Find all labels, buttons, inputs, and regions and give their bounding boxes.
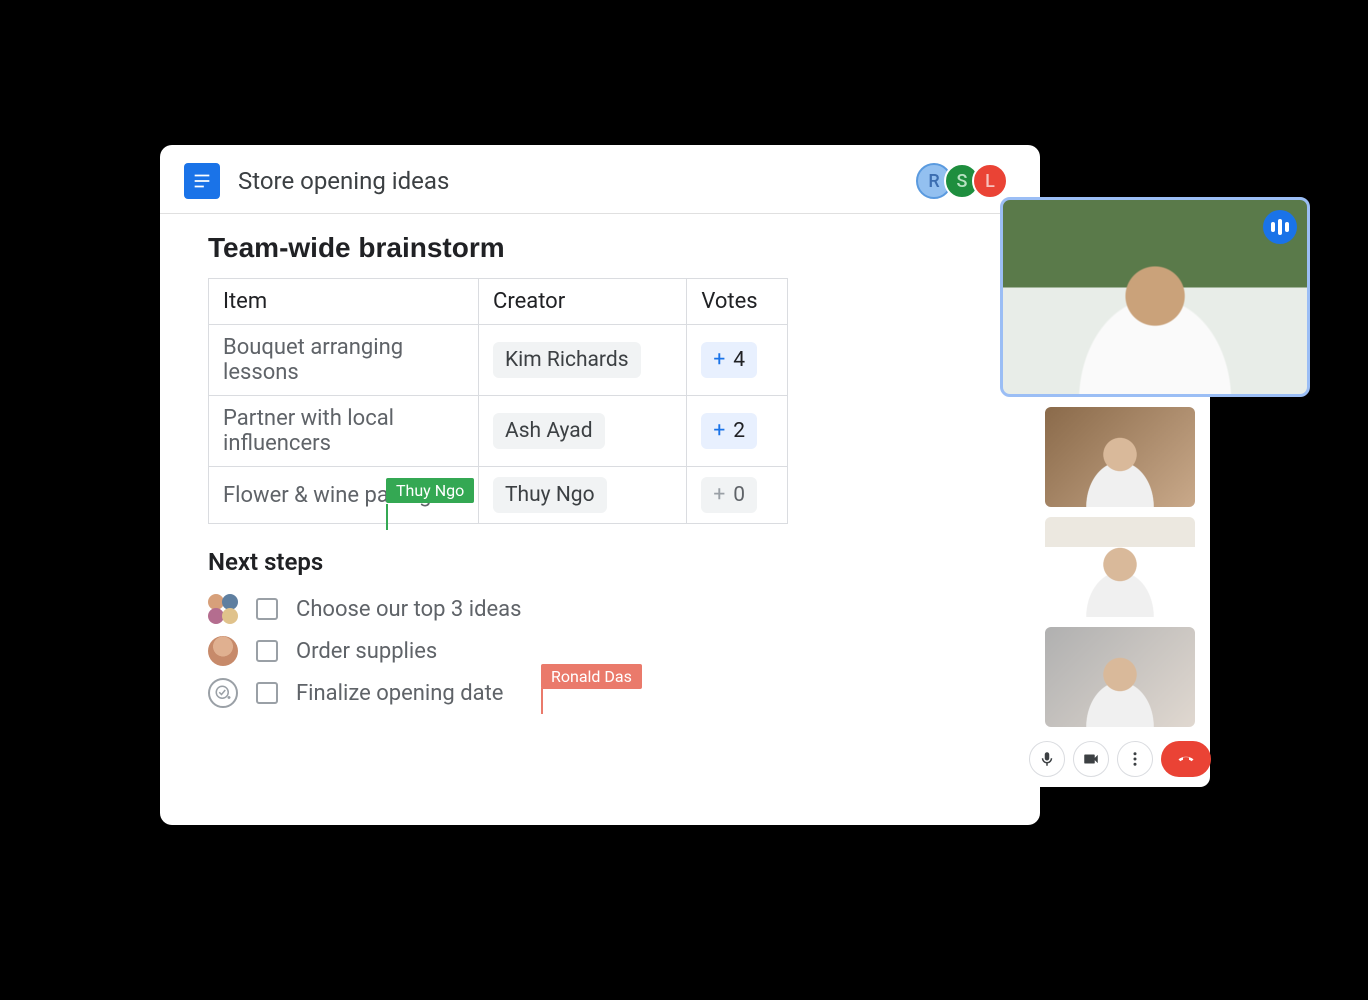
- creator-chip[interactable]: Kim Richards: [493, 342, 641, 378]
- more-options-button[interactable]: [1117, 741, 1153, 777]
- cell-votes: +0: [687, 467, 788, 524]
- document-content: Team-wide brainstorm Item Creator Votes …: [160, 214, 1040, 714]
- avatar[interactable]: L: [972, 163, 1008, 199]
- section-heading: Team-wide brainstorm: [208, 232, 1000, 264]
- cell-item[interactable]: Bouquet arranging lessons: [209, 325, 479, 396]
- header-bar: Store opening ideas R S L: [160, 145, 1040, 213]
- cell-votes: +4: [687, 325, 788, 396]
- task-label[interactable]: Order supplies: [296, 639, 437, 664]
- plus-icon: +: [713, 419, 725, 443]
- speaking-indicator-icon: [1263, 210, 1297, 244]
- cell-item[interactable]: Partner with local influencers: [209, 396, 479, 467]
- creator-chip[interactable]: Ash Ayad: [493, 413, 605, 449]
- next-steps-heading: Next steps: [208, 548, 1000, 576]
- cell-creator: Ash Ayad: [479, 396, 687, 467]
- checkbox[interactable]: [256, 682, 278, 704]
- checkbox[interactable]: [256, 640, 278, 662]
- table-row: Partner with local influencers Ash Ayad …: [209, 396, 788, 467]
- col-header-votes: Votes: [687, 279, 788, 325]
- mic-button[interactable]: [1029, 741, 1065, 777]
- video-thumbnail[interactable]: [1045, 517, 1195, 617]
- more-vertical-icon: [1126, 750, 1144, 768]
- collaborator-avatars: R S L: [924, 163, 1008, 199]
- checkbox[interactable]: [256, 598, 278, 620]
- add-assignee-button[interactable]: [208, 678, 238, 708]
- video-thumbnail[interactable]: [1045, 407, 1195, 507]
- table-row: Bouquet arranging lessons Kim Richards +…: [209, 325, 788, 396]
- collaborator-cursor: [386, 504, 388, 530]
- cell-votes: +2: [687, 396, 788, 467]
- plus-icon: +: [713, 483, 725, 507]
- video-thumbnails: [1045, 407, 1195, 727]
- assignee-avatar[interactable]: [208, 636, 238, 666]
- assignee-avatar-group[interactable]: [208, 594, 238, 624]
- end-call-button[interactable]: [1161, 741, 1211, 777]
- cell-creator: Thuy Ngo: [479, 467, 687, 524]
- video-main-tile[interactable]: [1000, 197, 1310, 397]
- plus-icon: +: [713, 348, 725, 372]
- camera-button[interactable]: [1073, 741, 1109, 777]
- camera-icon: [1082, 750, 1100, 768]
- task-label[interactable]: Finalize opening date: [296, 681, 503, 706]
- col-header-item: Item: [209, 279, 479, 325]
- task-label[interactable]: Choose our top 3 ideas: [296, 597, 522, 622]
- creator-chip[interactable]: Thuy Ngo: [493, 477, 607, 513]
- next-steps-list: Choose our top 3 ideas Order supplies Fi…: [208, 588, 1000, 714]
- vote-chip[interactable]: +4: [701, 342, 757, 378]
- video-thumbnail[interactable]: [1045, 627, 1195, 727]
- brainstorm-table: Item Creator Votes Bouquet arranging les…: [208, 278, 788, 524]
- participant-video: [1049, 258, 1262, 394]
- vote-chip[interactable]: +0: [701, 477, 757, 513]
- docs-app-icon: [184, 163, 220, 199]
- document-title[interactable]: Store opening ideas: [238, 167, 449, 195]
- vote-chip[interactable]: +2: [701, 413, 757, 449]
- collaborator-cursor: [541, 688, 543, 714]
- cell-creator: Kim Richards: [479, 325, 687, 396]
- col-header-creator: Creator: [479, 279, 687, 325]
- mic-icon: [1038, 750, 1056, 768]
- document-window: Store opening ideas R S L Team-wide brai…: [160, 145, 1040, 825]
- collaborator-cursor-label: Ronald Das: [541, 664, 642, 689]
- call-controls: [1029, 741, 1211, 777]
- list-item: Choose our top 3 ideas: [208, 588, 1000, 630]
- table-row: Flower & wine pairings Thuy Ngo +0: [209, 467, 788, 524]
- check-plus-icon: [214, 684, 232, 702]
- hangup-icon: [1177, 750, 1195, 768]
- collaborator-cursor-label: Thuy Ngo: [386, 478, 474, 503]
